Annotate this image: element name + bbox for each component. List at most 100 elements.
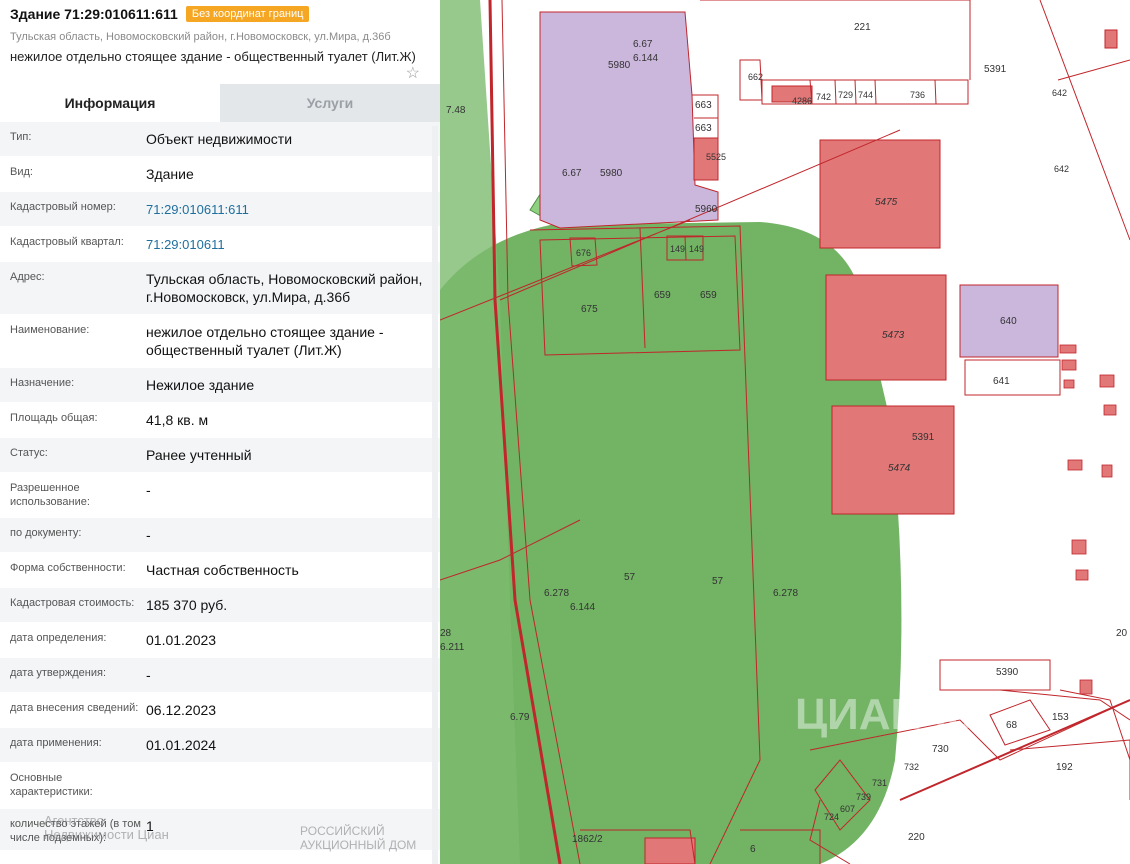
property-label: дата применения: [10, 737, 102, 749]
svg-text:6.144: 6.144 [570, 602, 595, 613]
property-row: Площадь общая: 41,8 кв. м [0, 403, 440, 438]
property-row: Вид: Здание [0, 157, 440, 192]
object-title: Здание 71:29:010611:611 [10, 6, 178, 22]
property-label: дата определения: [10, 632, 107, 644]
property-row: дата определения: 01.01.2023 [0, 623, 440, 658]
svg-text:6.67: 6.67 [562, 168, 582, 179]
property-value: Частная собственность [146, 562, 299, 578]
property-label: Вид: [10, 166, 33, 178]
svg-text:6.211: 6.211 [440, 642, 465, 653]
svg-text:153: 153 [1052, 712, 1069, 723]
property-row: Форма собственности: Частная собственност… [0, 553, 440, 588]
svg-text:149: 149 [689, 244, 704, 254]
svg-text:607: 607 [840, 804, 855, 814]
property-label: по документу: [10, 527, 82, 539]
svg-text:659: 659 [700, 290, 717, 301]
svg-text:6.278: 6.278 [773, 588, 798, 599]
property-value: Нежилое здание [146, 377, 255, 393]
svg-text:7.48: 7.48 [446, 105, 466, 116]
object-address: Тульская область, Новомосковский район, … [10, 31, 391, 43]
property-value: - [146, 667, 151, 683]
svg-text:732: 732 [904, 762, 919, 772]
tab-info[interactable]: Информация [0, 84, 220, 122]
property-label: Разрешенное использование: [10, 482, 90, 508]
svg-text:663: 663 [695, 123, 712, 134]
svg-text:742: 742 [816, 92, 831, 102]
property-label: Адрес: [10, 271, 45, 283]
svg-text:659: 659 [654, 290, 671, 301]
svg-text:731: 731 [872, 778, 887, 788]
agency-watermark: Агентство Недвижимости Циан [44, 813, 169, 842]
svg-text:640: 640 [1000, 316, 1017, 327]
property-row: Кадастровая стоимость: 185 370 руб. [0, 588, 440, 623]
svg-text:744: 744 [858, 90, 873, 100]
property-row: Кадастровый номер: 71:29:010611:611 [0, 192, 440, 227]
property-value: 71:29:010611 [146, 227, 440, 261]
svg-text:5475: 5475 [875, 197, 898, 208]
cadastral-link[interactable]: 71:29:010611 [146, 237, 225, 252]
property-label: Кадастровый номер: [10, 201, 116, 213]
panel-scrollbar[interactable] [432, 126, 438, 864]
property-row: Назначение: Нежилое здание [0, 368, 440, 403]
property-value: - [146, 482, 151, 498]
cadastral-link[interactable]: 71:29:010611:611 [146, 202, 249, 217]
svg-text:5474: 5474 [888, 463, 911, 474]
cadastral-map[interactable]: 5980 6.67 6.144 6.67 5980 5960 663 663 5… [440, 0, 1130, 864]
property-label: Основные характеристики: [10, 772, 93, 798]
property-value: - [146, 527, 151, 543]
property-value: 01.01.2023 [146, 632, 217, 648]
property-row: Кадастровый квартал: 71:29:010611 [0, 227, 440, 262]
svg-text:5391: 5391 [984, 64, 1007, 75]
cian-watermark: ЦИАН ID [795, 690, 979, 739]
object-name: нежилое отдельно стоящее здание - общест… [10, 49, 416, 64]
property-value: 71:29:010611:611 [146, 192, 440, 226]
svg-text:5391: 5391 [912, 432, 935, 443]
svg-text:1862/2: 1862/2 [572, 834, 603, 845]
svg-text:68: 68 [1006, 720, 1018, 731]
info-panel: Здание 71:29:010611:611 Без координат гр… [0, 0, 440, 864]
tab-services[interactable]: Услуги [220, 84, 440, 122]
property-row: дата утверждения: - [0, 658, 440, 693]
property-label: Статус: [10, 447, 48, 459]
property-value [146, 763, 440, 808]
property-row: Наименование: нежилое отдельно стоящее зд… [0, 315, 440, 368]
property-value: нежилое отдельно стоящее здание - общест… [146, 324, 384, 358]
svg-text:675: 675 [581, 304, 598, 315]
star-outline-icon[interactable]: ☆ [406, 66, 420, 82]
svg-text:739: 739 [856, 792, 871, 802]
svg-text:663: 663 [695, 100, 712, 111]
svg-text:6.79: 6.79 [510, 712, 530, 723]
svg-text:676: 676 [576, 248, 591, 258]
svg-text:730: 730 [932, 744, 949, 755]
svg-text:6.278: 6.278 [544, 588, 569, 599]
building-bottom [644, 837, 696, 864]
property-label: Тип: [10, 131, 32, 143]
svg-text:5960: 5960 [695, 204, 718, 215]
property-label: Кадастровая стоимость: [10, 597, 135, 609]
building-5473 [825, 274, 947, 381]
property-table: Тип: Объект недвижимости Вид: Здание Кадастр… [0, 122, 440, 851]
svg-text:729: 729 [838, 90, 853, 100]
svg-text:221: 221 [854, 22, 871, 33]
svg-text:5980: 5980 [600, 168, 623, 179]
property-row: дата внесения сведений: 06.12.2023 [0, 693, 440, 728]
building-5474 [831, 405, 955, 515]
svg-text:20: 20 [1116, 628, 1128, 639]
property-value: 41,8 кв. м [146, 412, 209, 428]
property-value: 185 370 руб. [146, 597, 228, 613]
property-label: Площадь общая: [10, 412, 98, 424]
svg-text:641: 641 [993, 376, 1010, 387]
svg-text:4286: 4286 [792, 96, 812, 106]
tab-bar: Информация Услуги [0, 84, 440, 122]
property-value: 06.12.2023 [146, 702, 217, 718]
property-value: Объект недвижимости [146, 131, 293, 147]
svg-text:28: 28 [440, 628, 452, 639]
property-value: Здание [146, 166, 194, 182]
auction-watermark: РОССИЙСКИЙ АУКЦИОННЫЙ ДОМ [300, 824, 417, 852]
svg-text:5473: 5473 [882, 330, 905, 341]
property-value: Ранее учтенный [146, 447, 252, 463]
property-row: Статус: Ранее учтенный [0, 438, 440, 473]
no-boundary-badge: Без координат границ [185, 6, 310, 22]
property-row: дата применения: 01.01.2024 [0, 728, 440, 763]
svg-text:724: 724 [824, 812, 839, 822]
